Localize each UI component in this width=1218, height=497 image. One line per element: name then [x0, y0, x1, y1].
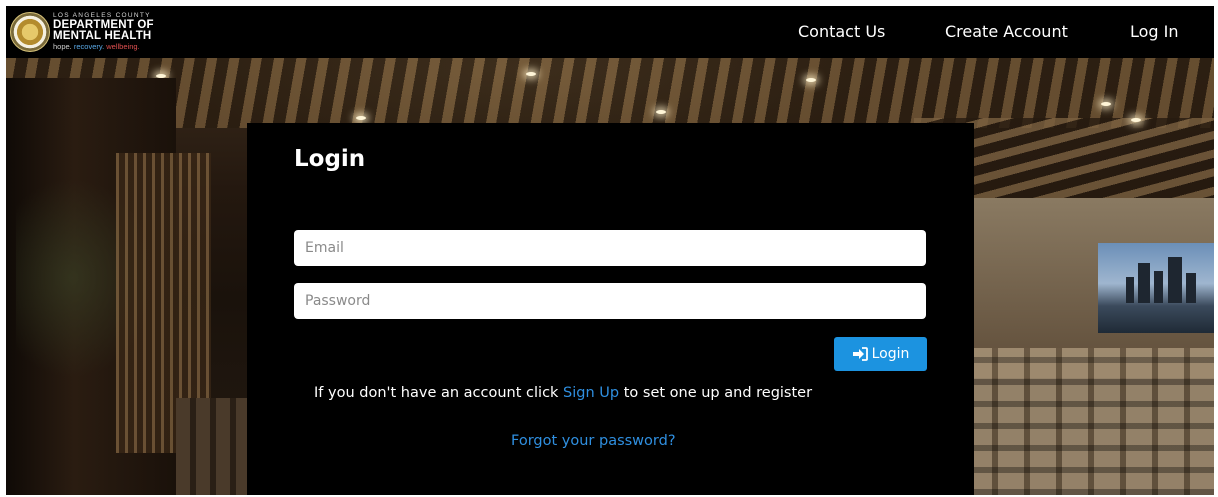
logo-mental-health-text: MENTAL HEALTH [53, 30, 152, 42]
login-title: Login [294, 146, 366, 172]
email-input[interactable] [294, 230, 926, 266]
signup-message: If you don't have an account click Sign … [314, 385, 813, 401]
page-frame: LOS ANGELES COUNTY DEPARTMENT OF MENTAL … [6, 6, 1214, 495]
login-card: Login Login If you don't have an account… [247, 123, 974, 495]
signup-link[interactable]: Sign Up [563, 385, 619, 401]
forgot-password-link[interactable]: Forgot your password? [511, 433, 676, 449]
nav-log-in[interactable]: Log In [1130, 22, 1179, 41]
sign-in-icon [852, 347, 868, 361]
password-input[interactable] [294, 283, 926, 319]
login-button-label: Login [871, 346, 910, 362]
dmh-logo[interactable]: LOS ANGELES COUNTY DEPARTMENT OF MENTAL … [10, 12, 180, 54]
county-seal-icon [10, 12, 50, 52]
logo-county-text: LOS ANGELES COUNTY [53, 12, 151, 19]
top-navbar: LOS ANGELES COUNTY DEPARTMENT OF MENTAL … [6, 6, 1214, 58]
nav-contact-us[interactable]: Contact Us [798, 22, 885, 41]
nav-create-account[interactable]: Create Account [945, 22, 1068, 41]
login-button[interactable]: Login [834, 337, 927, 371]
logo-tagline: hope. recovery. wellbeing. [53, 42, 140, 51]
